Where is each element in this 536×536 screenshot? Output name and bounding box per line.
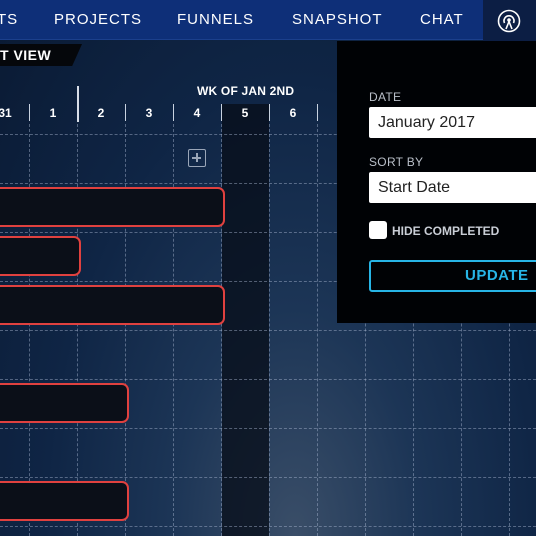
hide-completed-label: HIDE COMPLETED <box>392 224 500 238</box>
view-tab-label: T VIEW <box>0 47 52 63</box>
day-label: 4 <box>193 106 201 120</box>
grid-line <box>0 526 536 527</box>
nav-item-snapshot[interactable]: SNAPSHOT <box>292 0 383 40</box>
broadcast-button[interactable] <box>483 0 536 41</box>
date-select[interactable]: January 2017 <box>369 107 536 138</box>
date-label: DATE <box>369 90 402 104</box>
hide-completed-checkbox[interactable] <box>369 221 387 239</box>
nav-item-reports[interactable]: TS <box>0 0 18 40</box>
view-tab[interactable]: T VIEW <box>0 44 82 66</box>
task-bar[interactable] <box>0 236 81 276</box>
nav-item-funnels[interactable]: FUNNELS <box>177 0 254 40</box>
day-label: 1 <box>49 106 57 120</box>
sort-select[interactable]: Start Date <box>369 172 536 203</box>
grid-line <box>0 477 536 478</box>
broadcast-icon <box>497 9 521 33</box>
day-label-highlighted: 5 <box>241 106 249 120</box>
task-bar[interactable] <box>0 383 129 423</box>
grid-line <box>0 379 536 380</box>
task-bar[interactable] <box>0 187 225 227</box>
update-button[interactable]: UPDATE <box>369 260 536 292</box>
day-label: 2 <box>97 106 105 120</box>
grid-line <box>0 428 536 429</box>
day-label: 31 <box>0 106 12 120</box>
day-label: 6 <box>289 106 297 120</box>
grid-line <box>0 330 536 331</box>
sort-label: SORT BY <box>369 155 424 169</box>
task-bar[interactable] <box>0 285 225 325</box>
day-label: 3 <box>145 106 153 120</box>
week-label: WK OF JAN 2ND <box>197 84 295 98</box>
today-column <box>222 104 269 536</box>
nav-item-chat[interactable]: CHAT <box>420 0 464 40</box>
top-nav: TS PROJECTS FUNNELS SNAPSHOT CHAT <box>0 0 536 41</box>
task-bar[interactable] <box>0 481 129 521</box>
plus-square-icon[interactable] <box>188 149 206 167</box>
nav-item-projects[interactable]: PROJECTS <box>54 0 142 40</box>
